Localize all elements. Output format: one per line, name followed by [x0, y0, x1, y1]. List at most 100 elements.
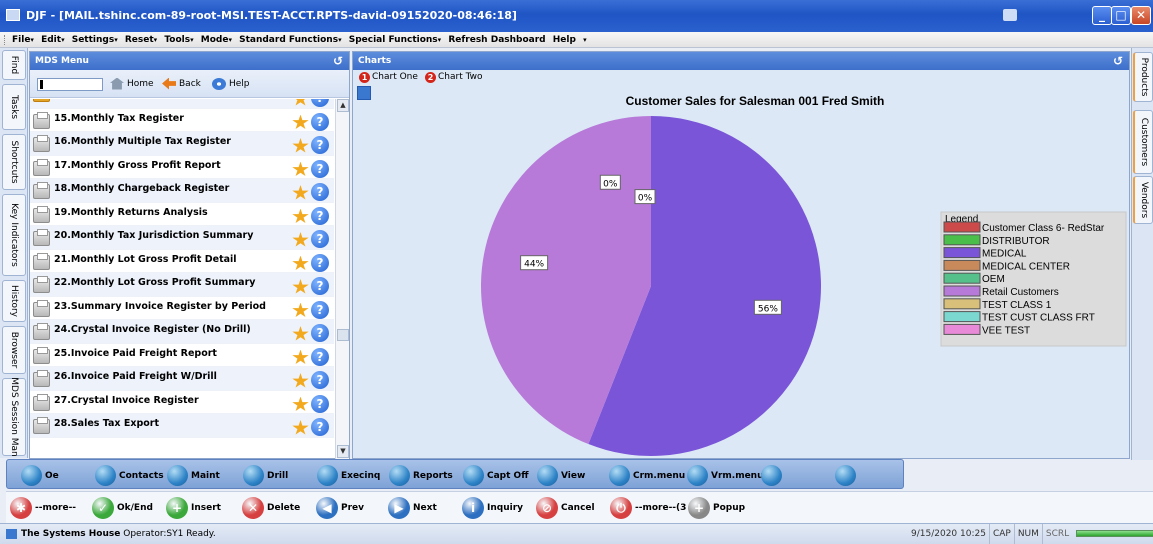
fkey-blank-2[interactable] [835, 465, 859, 486]
favorite-star-icon[interactable] [292, 302, 309, 318]
more-button[interactable]: ✱ --more-- [10, 496, 76, 520]
help-icon[interactable]: ? [311, 418, 329, 436]
menu-reset[interactable]: Reset▾ [125, 35, 157, 45]
fkey-capt-off[interactable]: Capt Off [463, 465, 529, 486]
menu-list-item[interactable]: 24.Crystal Invoice Register (No Drill)? [30, 320, 334, 344]
tab-tasks[interactable]: Tasks [2, 84, 26, 130]
tab-find[interactable]: Find [2, 50, 26, 80]
fkey-execinq[interactable]: Execinq [317, 465, 380, 486]
help-icon[interactable]: ? [311, 183, 329, 201]
printer-icon[interactable] [33, 417, 50, 434]
printer-icon[interactable] [33, 205, 50, 223]
printer-icon[interactable] [33, 393, 50, 411]
fkey-view[interactable]: View [537, 465, 585, 486]
fkey-drill[interactable]: Drill [243, 465, 288, 486]
pin-icon[interactable]: ↺ [333, 52, 343, 70]
tab-mds-session-manager[interactable]: MDS Session Man [2, 377, 26, 457]
inquiry-button[interactable]: i Inquiry [462, 496, 523, 520]
menu-list-item[interactable]: 18.Monthly Chargeback Register? [30, 179, 334, 203]
menu-list-item[interactable]: 25.Invoice Paid Freight Report? [30, 344, 334, 367]
fkey-oe[interactable]: Oe [21, 465, 59, 486]
favorite-star-icon[interactable] [292, 138, 309, 153]
menu-list-item[interactable]: 21.Monthly Lot Gross Profit Detail? [30, 250, 334, 273]
minimize-button[interactable]: _ [1092, 6, 1112, 25]
tab-products[interactable]: Products [1133, 52, 1153, 102]
printer-icon[interactable] [33, 182, 50, 199]
help-icon[interactable]: ? [311, 136, 329, 154]
menu-help[interactable]: Help [553, 35, 576, 45]
menu-list-item[interactable]: 15.Monthly Tax Register? [30, 109, 334, 132]
next-button[interactable]: ▶ Next [388, 496, 437, 520]
fkey-maint[interactable]: Maint [167, 465, 220, 486]
favorite-star-icon[interactable] [292, 185, 309, 200]
help-icon[interactable]: ? [311, 159, 329, 178]
more-3-button[interactable]: ⏻ --more--(3 [610, 496, 686, 520]
printer-icon[interactable] [33, 370, 50, 387]
menu-tools[interactable]: Tools▾ [164, 35, 193, 45]
fkey-contacts[interactable]: Contacts [95, 465, 164, 486]
help-icon[interactable]: ? [311, 300, 329, 319]
menu-list-item[interactable]: 17.Monthly Gross Profit Report? [30, 156, 334, 179]
help-icon[interactable]: ? [311, 347, 329, 366]
mds-menu-scrollbar[interactable]: ▲ ▼ [335, 99, 349, 459]
menu-edit[interactable]: Edit▾ [41, 35, 65, 45]
favorite-star-icon[interactable] [292, 232, 309, 247]
scroll-thumb[interactable] [337, 329, 349, 341]
help-icon[interactable]: ? [311, 99, 329, 107]
help-icon[interactable]: ? [311, 206, 329, 225]
app-icon[interactable] [6, 9, 20, 21]
favorite-star-icon[interactable] [292, 255, 309, 271]
menu-list-item[interactable]: 27.Crystal Invoice Register? [30, 391, 334, 414]
tab-shortcuts[interactable]: Shortcuts [2, 134, 26, 190]
favorite-star-icon[interactable] [292, 349, 309, 365]
menu-list-item[interactable]: 14.Commission Trend? [30, 99, 334, 109]
printer-icon[interactable] [33, 299, 50, 317]
scroll-up-button[interactable]: ▲ [337, 99, 349, 112]
printer-icon[interactable] [33, 99, 50, 102]
help-icon[interactable]: ? [311, 230, 329, 248]
favorite-star-icon[interactable] [292, 114, 309, 130]
back-button[interactable]: Back [162, 76, 201, 92]
menu-list-item[interactable]: 28.Sales Tax Export? [30, 414, 334, 438]
favorite-star-icon[interactable] [292, 99, 309, 106]
menu-search-input[interactable] [37, 78, 103, 91]
menu-mode[interactable]: Mode▾ [201, 35, 232, 45]
favorite-star-icon[interactable] [292, 279, 309, 294]
help-icon[interactable]: ? [311, 112, 329, 131]
menu-special-functions[interactable]: Special Functions▾ [349, 35, 441, 45]
printer-icon[interactable] [33, 229, 50, 246]
tab-vendors[interactable]: Vendors [1133, 176, 1153, 224]
fkey-vrm-menu[interactable]: Vrm.menu [687, 465, 764, 486]
cancel-button[interactable]: ⊘ Cancel [536, 496, 595, 520]
menu-standard-functions[interactable]: Standard Functions▾ [239, 35, 342, 45]
fkey-crm-menu[interactable]: Crm.menu [609, 465, 685, 486]
menu-list-item[interactable]: 19.Monthly Returns Analysis? [30, 203, 334, 226]
maximize-button[interactable]: □ [1111, 6, 1131, 25]
popup-button[interactable]: + Popup [688, 496, 745, 520]
scroll-down-button[interactable]: ▼ [337, 445, 349, 458]
help-icon[interactable]: ? [311, 253, 329, 272]
menu-list-item[interactable]: 23.Summary Invoice Register by Period? [30, 297, 334, 320]
close-button[interactable]: ✕ [1131, 6, 1151, 25]
printer-icon[interactable] [33, 276, 50, 293]
menu-list-item[interactable]: 22.Monthly Lot Gross Profit Summary? [30, 273, 334, 297]
help-icon[interactable]: ? [311, 277, 329, 295]
menu-list-item[interactable]: 26.Invoice Paid Freight W/Drill? [30, 367, 334, 391]
tab-key-indicators[interactable]: Key Indicators [2, 194, 26, 276]
tab-history[interactable]: History [2, 280, 26, 322]
menu-settings[interactable]: Settings▾ [72, 35, 118, 45]
favorite-star-icon[interactable] [292, 208, 309, 224]
printer-icon[interactable] [33, 135, 50, 152]
tray-icon[interactable] [1003, 9, 1017, 21]
insert-button[interactable]: + Insert [166, 496, 221, 520]
tab-browser[interactable]: Browser [2, 326, 26, 374]
printer-icon[interactable] [33, 158, 50, 176]
delete-button[interactable]: ✕ Delete [242, 496, 300, 520]
printer-icon[interactable] [33, 323, 50, 340]
favorite-star-icon[interactable] [292, 420, 309, 435]
printer-icon[interactable] [33, 111, 50, 129]
tab-customers[interactable]: Customers [1133, 110, 1153, 174]
menu-overflow[interactable]: ▾ [583, 35, 587, 45]
help-button[interactable]: Help [212, 76, 250, 92]
help-icon[interactable]: ? [311, 371, 329, 389]
